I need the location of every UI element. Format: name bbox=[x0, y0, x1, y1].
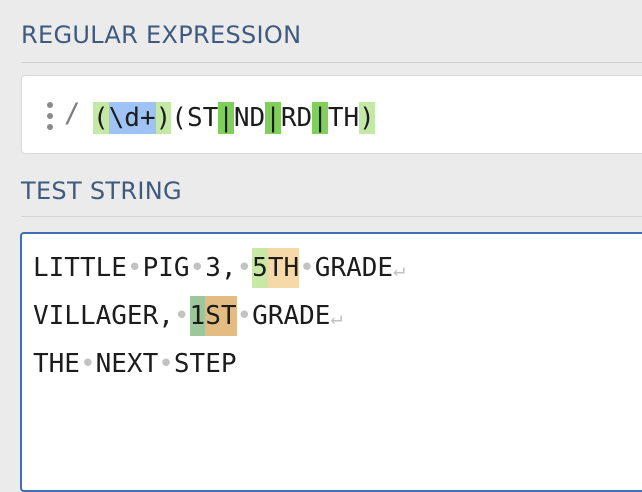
regex-alt-token: TH bbox=[327, 103, 360, 133]
space-marker: • bbox=[173, 301, 190, 331]
test-line: LITTLE•PIG•3,•5TH•GRADE↵ bbox=[33, 248, 405, 288]
word: LITTLE bbox=[33, 253, 127, 283]
test-line: VILLAGER,•1ST•GRADE↵ bbox=[33, 296, 343, 336]
match-group-1: 5 bbox=[252, 248, 268, 288]
regex-group-open: ( bbox=[93, 102, 109, 134]
match-group-2: ST bbox=[205, 296, 237, 336]
regex-pipe: | bbox=[218, 102, 234, 134]
regex-pipe: | bbox=[312, 102, 328, 134]
regex-section-title: REGULAR EXPRESSION bbox=[21, 21, 302, 49]
divider bbox=[21, 216, 642, 217]
space-marker: • bbox=[126, 253, 143, 283]
regex-group-close: ) bbox=[359, 102, 375, 134]
word: GRADE bbox=[252, 301, 331, 331]
word: PIG bbox=[142, 253, 190, 283]
regex-digit-token: \d+ bbox=[108, 102, 156, 134]
space-marker: • bbox=[189, 253, 206, 283]
regex-group-open: ( bbox=[171, 103, 187, 133]
regex-pipe: | bbox=[265, 102, 281, 134]
word: THE bbox=[33, 349, 80, 379]
space-marker: • bbox=[236, 253, 253, 283]
word: STEP bbox=[173, 349, 237, 379]
regex-pattern[interactable]: (\d+)(ST|ND|RD|TH) bbox=[93, 102, 375, 134]
test-string-editor[interactable]: LITTLE•PIG•3,•5TH•GRADE↵ VILLAGER,•1ST•G… bbox=[20, 232, 642, 492]
regex-delimiter: / bbox=[64, 98, 81, 129]
return-icon: ↵ bbox=[393, 257, 406, 281]
divider bbox=[21, 62, 642, 63]
match-group-1: 1 bbox=[189, 296, 206, 336]
word: VILLAGER, bbox=[33, 301, 174, 331]
word: 3, bbox=[205, 253, 237, 283]
regex-alt-token: RD bbox=[280, 103, 313, 133]
space-marker: • bbox=[236, 301, 253, 331]
regex-input[interactable]: / (\d+)(ST|ND|RD|TH) bbox=[21, 75, 642, 154]
space-marker: • bbox=[79, 349, 96, 379]
match-group-2: TH bbox=[267, 248, 300, 288]
space-marker: • bbox=[299, 253, 315, 283]
regex-group-close: ) bbox=[155, 102, 172, 134]
regex-alt-token: ST bbox=[186, 103, 219, 133]
test-section-title: TEST STRING bbox=[21, 177, 182, 205]
word: NEXT bbox=[95, 349, 159, 379]
test-line: THE•NEXT•STEP bbox=[33, 344, 237, 384]
word: GRADE bbox=[314, 253, 394, 283]
space-marker: • bbox=[158, 349, 174, 379]
return-icon: ↵ bbox=[330, 305, 343, 329]
regex-alt-token: ND bbox=[233, 103, 266, 133]
kebab-menu-icon[interactable] bbox=[47, 102, 53, 130]
